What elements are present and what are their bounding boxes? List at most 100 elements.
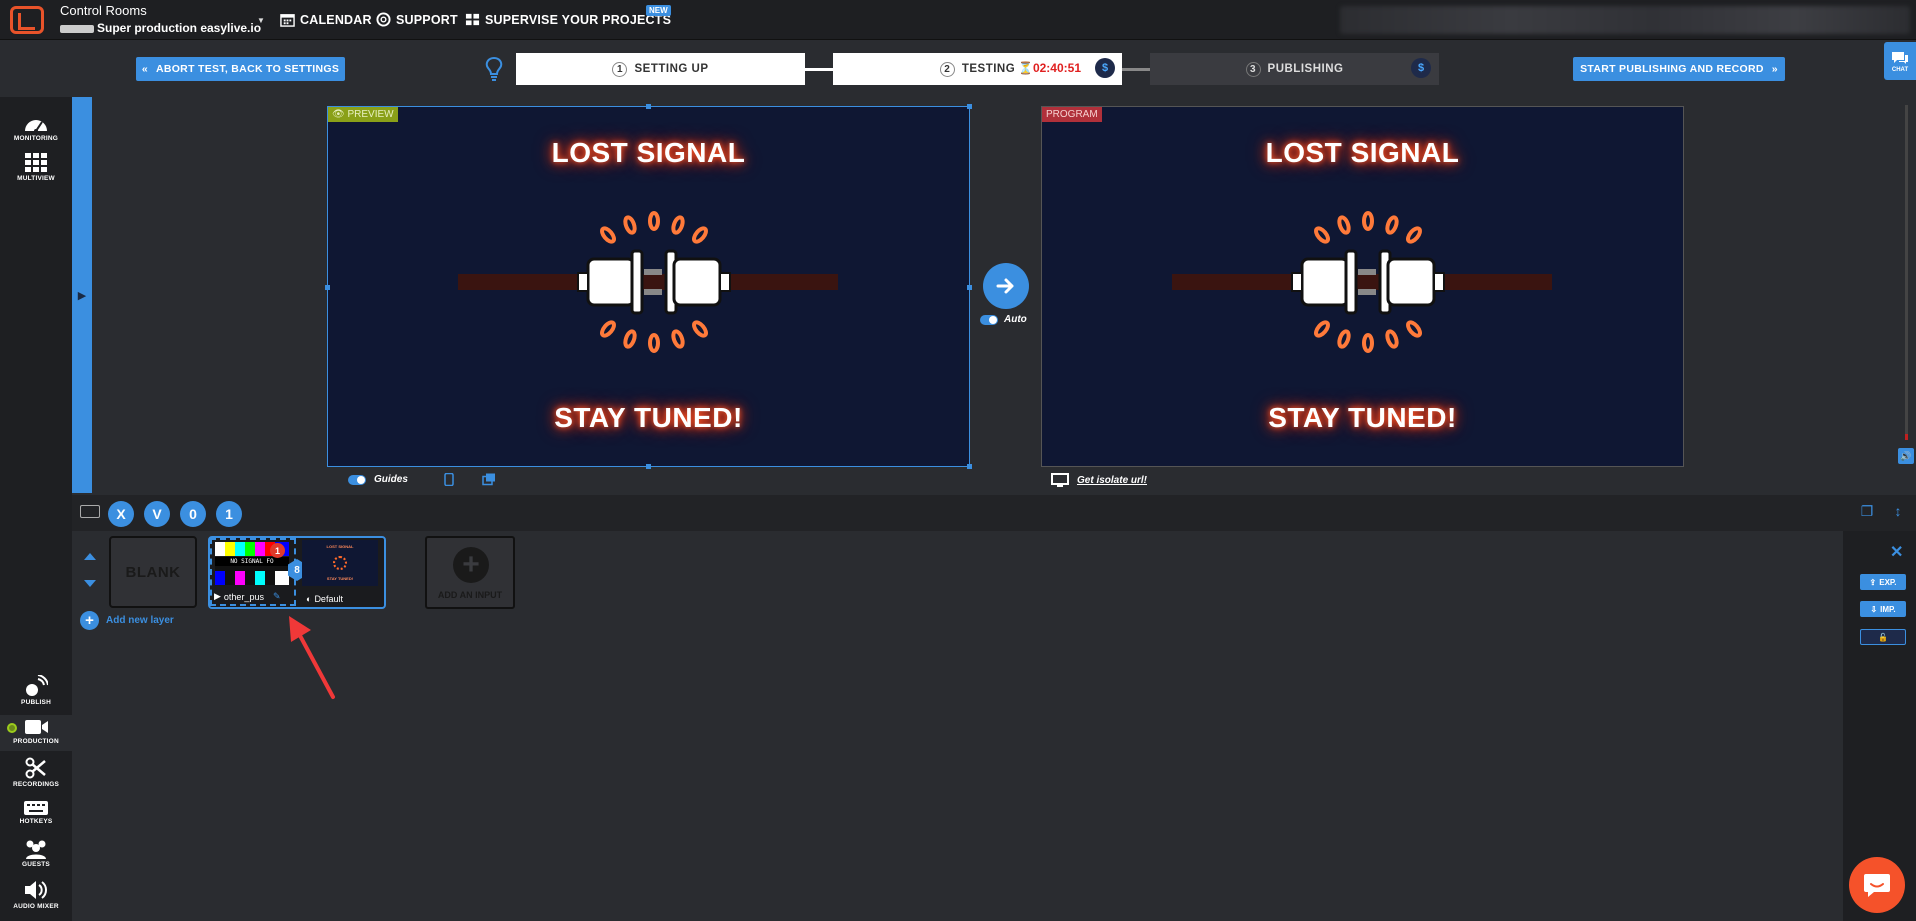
resize-handle[interactable] bbox=[646, 104, 651, 109]
preview-monitor[interactable]: 👁 PREVIEW LOST SIGNAL STAY TUNED! bbox=[325, 104, 972, 469]
sidebar-label-production: PRODUCTION bbox=[13, 738, 59, 745]
step-3-label: PUBLISHING bbox=[1267, 63, 1344, 75]
start-publishing-button[interactable]: START PUBLISHING AND RECORD » bbox=[1573, 57, 1785, 81]
step-publishing[interactable]: 3 PUBLISHING bbox=[1150, 53, 1439, 85]
sidebar-item-publish[interactable]: PUBLISH bbox=[0, 675, 72, 706]
vertical-resize-icon[interactable]: ↕ bbox=[1890, 503, 1906, 519]
blank-tile[interactable]: BLANK bbox=[109, 536, 197, 608]
pencil-icon[interactable]: ✎ bbox=[273, 591, 281, 602]
abort-test-label: ABORT TEST, BACK TO SETTINGS bbox=[155, 63, 340, 75]
caret-right-icon: ▶ bbox=[77, 289, 87, 302]
gauge-icon bbox=[25, 120, 47, 133]
import-button[interactable]: ⇩ IMP. bbox=[1860, 601, 1906, 617]
app-logo[interactable] bbox=[10, 6, 44, 34]
step-1-number: 1 bbox=[612, 61, 628, 77]
program-footer-text: STAY TUNED! bbox=[1268, 402, 1457, 433]
unlock-icon: 🔓 bbox=[1878, 632, 1888, 642]
arrow-right-icon bbox=[996, 278, 1014, 294]
step-3-number: 3 bbox=[1245, 61, 1261, 77]
eye-icon: 👁 bbox=[332, 109, 345, 120]
lightbulb-icon[interactable] bbox=[484, 56, 504, 82]
transition-button[interactable] bbox=[983, 263, 1029, 309]
step-2-label: TESTING bbox=[961, 63, 1016, 75]
layer-move-down-icon[interactable] bbox=[84, 580, 96, 587]
sidebar-label-multiview: MULTIVIEW bbox=[17, 175, 55, 182]
plus-icon: + bbox=[80, 611, 99, 630]
nav-calendar[interactable]: CALENDAR bbox=[280, 12, 372, 27]
mobile-icon[interactable] bbox=[444, 473, 454, 486]
mini-footer: STAY TUNED! bbox=[326, 576, 354, 581]
isolate-url-link[interactable]: Get isolate url! bbox=[1077, 475, 1147, 486]
dollar-icon[interactable]: $ bbox=[1411, 58, 1431, 78]
guides-label: Guides bbox=[374, 474, 408, 485]
notification-badge: 1 bbox=[270, 543, 285, 558]
dollar-icon[interactable]: $ bbox=[1095, 58, 1115, 78]
sidebar-item-recordings[interactable]: RECORDINGS bbox=[0, 757, 72, 788]
account-area-blurred[interactable] bbox=[1340, 6, 1910, 34]
default-thumbnail: LOST SIGNAL STAY TUNED! bbox=[302, 540, 378, 586]
sidebar-item-audio-mixer[interactable]: AUDIO MIXER bbox=[0, 879, 72, 910]
add-input-tile[interactable]: + ADD AN INPUT bbox=[425, 536, 515, 609]
guides-toggle[interactable] bbox=[348, 474, 366, 485]
add-new-layer-button[interactable]: + Add new layer bbox=[80, 611, 174, 630]
layer-move-up-icon[interactable] bbox=[84, 553, 96, 560]
nav-support[interactable]: SUPPORT bbox=[376, 12, 458, 27]
sidebar-label-publish: PUBLISH bbox=[21, 699, 51, 706]
resize-handle[interactable] bbox=[325, 285, 330, 290]
step-setting-up[interactable]: 1 SETTING UP bbox=[516, 53, 805, 85]
sidebar-item-guests[interactable]: GUESTS bbox=[0, 839, 72, 868]
sidebar-item-multiview[interactable]: MULTIVIEW bbox=[0, 153, 72, 182]
isolate-url-row[interactable]: Get isolate url! bbox=[1051, 473, 1147, 487]
plus-icon: + bbox=[453, 547, 489, 583]
toggle-switch[interactable] bbox=[980, 314, 998, 325]
input-tile-default[interactable]: LOST SIGNAL STAY TUNED! ◐ Default bbox=[298, 538, 384, 606]
monitor-icon bbox=[1051, 473, 1069, 487]
auto-transition-toggle[interactable]: Auto bbox=[980, 314, 1027, 325]
video-camera-icon bbox=[25, 720, 48, 734]
grid-icon bbox=[465, 13, 480, 26]
nav-supervise[interactable]: SUPERVISE YOUR PROJECTS bbox=[465, 12, 671, 27]
mini-headline: LOST SIGNAL bbox=[326, 544, 354, 549]
sidebar-item-production[interactable]: PRODUCTION bbox=[0, 715, 72, 751]
sidebar-item-hotkeys[interactable]: HOTKEYS bbox=[0, 800, 72, 825]
keyboard-shortcut-icon[interactable] bbox=[80, 505, 100, 518]
close-icon[interactable]: ✕ bbox=[1890, 542, 1903, 562]
unplugged-cable-icon bbox=[458, 211, 838, 353]
timer-value: 02:40:51 bbox=[1032, 61, 1081, 75]
chevron-down-icon[interactable]: ▼ bbox=[257, 16, 265, 25]
duplicate-icon[interactable]: ❐ bbox=[1859, 503, 1875, 519]
resize-handle[interactable] bbox=[967, 285, 972, 290]
resize-handle[interactable] bbox=[967, 464, 972, 469]
sidebar-label-guests: GUESTS bbox=[22, 861, 50, 868]
project-thumbnail bbox=[60, 24, 94, 33]
no-signal-text: NO SIGNAL FO bbox=[215, 557, 289, 566]
export-label: EXP. bbox=[1879, 577, 1897, 587]
test-timer: ⏳02:40:51 bbox=[1018, 61, 1081, 75]
layer-button-1[interactable]: 1 bbox=[216, 501, 242, 527]
export-button[interactable]: ⇪ EXP. bbox=[1860, 574, 1906, 590]
layer-button-v[interactable]: V bbox=[144, 501, 170, 527]
sidebar-item-monitoring[interactable]: MONITORING bbox=[0, 113, 72, 142]
new-badge: NEW bbox=[646, 5, 671, 16]
double-chevron-left-icon: « bbox=[141, 63, 148, 75]
resize-handle[interactable] bbox=[646, 464, 651, 469]
import-label: IMP. bbox=[1880, 604, 1896, 614]
add-new-layer-label: Add new layer bbox=[106, 615, 174, 626]
step-connector bbox=[805, 68, 833, 71]
volume-icon[interactable]: 🔊 bbox=[1898, 448, 1914, 464]
sidebar-label-monitoring: MONITORING bbox=[13, 135, 59, 142]
layer-button-x[interactable]: X bbox=[108, 501, 134, 527]
sidebar-expand-handle[interactable]: ▶ bbox=[72, 97, 92, 493]
nav-support-label: SUPPORT bbox=[396, 12, 458, 27]
lock-button[interactable]: 🔓 bbox=[1860, 629, 1906, 645]
copy-icon[interactable] bbox=[482, 473, 496, 486]
layer-toolbar bbox=[72, 495, 1916, 531]
layer-button-0[interactable]: 0 bbox=[180, 501, 206, 527]
nav-calendar-label: CALENDAR bbox=[300, 12, 372, 27]
support-chat-launcher[interactable] bbox=[1849, 857, 1905, 913]
resize-handle[interactable] bbox=[967, 104, 972, 109]
abort-test-button[interactable]: « ABORT TEST, BACK TO SETTINGS bbox=[136, 57, 345, 81]
top-bar: Control Rooms Super production easylive.… bbox=[0, 0, 1916, 40]
project-selector[interactable]: Super production easylive.io bbox=[60, 21, 261, 35]
chat-button[interactable]: CHAT bbox=[1884, 42, 1916, 80]
